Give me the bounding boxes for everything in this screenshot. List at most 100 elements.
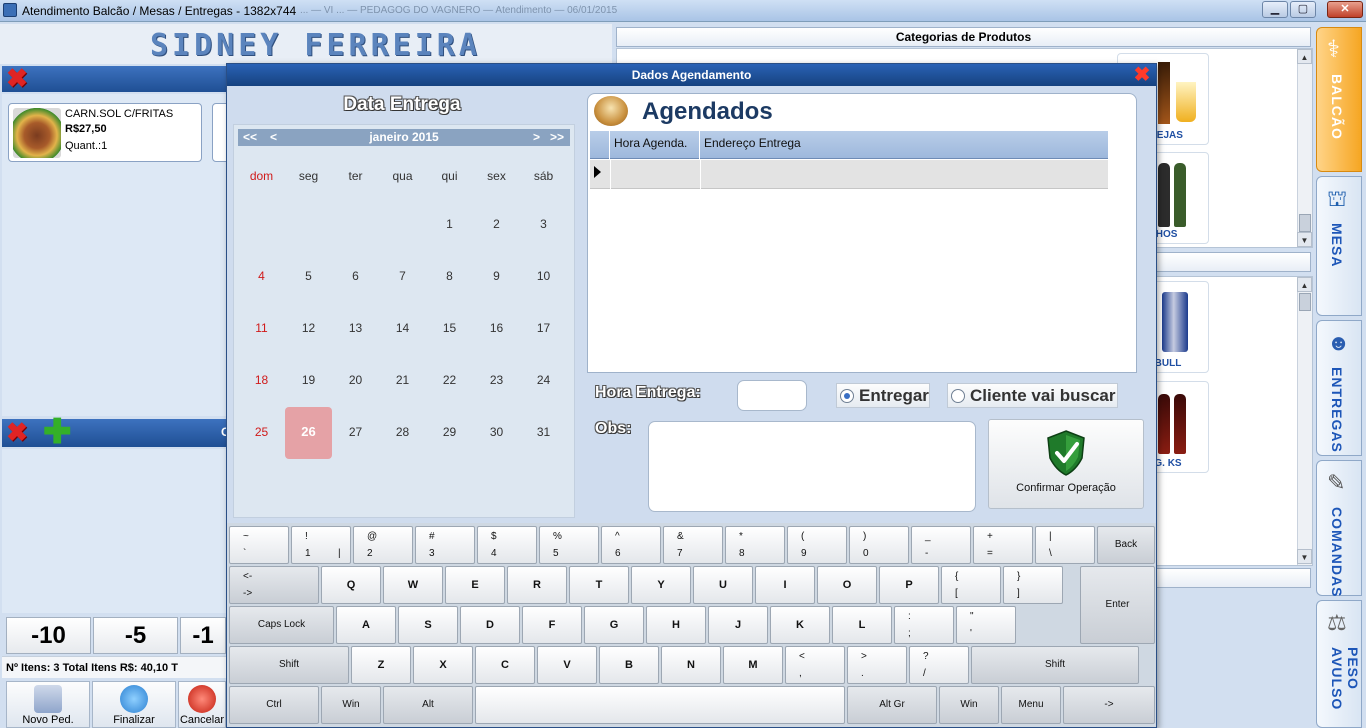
tab-comandas[interactable]: ✎ COMANDAS [1316,460,1362,597]
alt-gr-key[interactable]: Alt Gr [847,686,937,724]
calendar-day[interactable]: 17 [520,303,567,355]
calendar-day[interactable]: 7 [379,251,426,303]
left-shift-key[interactable]: Shift [229,646,349,684]
scroll-down-icon[interactable]: ▼ [1297,232,1312,247]
key-e[interactable]: E [445,566,505,604]
key-o[interactable]: O [817,566,877,604]
calendar-day[interactable]: 9 [473,251,520,303]
calendar-day[interactable]: 23 [473,355,520,407]
obs-textarea[interactable] [648,421,976,512]
key-l[interactable]: L [832,606,892,644]
tab-peso-avulso[interactable]: ⚖ PESO AVULSO [1316,600,1362,728]
calendar-day[interactable]: 19 [285,355,332,407]
tab-entregas[interactable]: ☻ ENTREGAS [1316,320,1362,456]
calendar-day[interactable]: 2 [473,199,520,251]
calendar-day[interactable]: 16 [473,303,520,355]
key-i[interactable]: I [755,566,815,604]
key-r[interactable]: R [507,566,567,604]
calendar-day[interactable]: 24 [520,355,567,407]
scroll-down-icon[interactable]: ▼ [1297,549,1312,564]
key-2-row1[interactable]: @2 [353,526,413,564]
radio-cliente-vai-buscar[interactable] [951,389,965,403]
key-g[interactable]: G [584,606,644,644]
key-q[interactable]: Q [321,566,381,604]
key-symbol-2[interactable]: ? / [909,646,969,684]
column-hora-agenda[interactable]: Hora Agenda. [610,131,700,159]
key-t[interactable]: T [569,566,629,604]
minimize-button[interactable]: ▁ [1262,1,1288,18]
key-b[interactable]: B [599,646,659,684]
key-k[interactable]: K [770,606,830,644]
categories-scrollbar[interactable]: ▲ ▼ [1297,49,1312,247]
key-m[interactable]: M [723,646,783,684]
products-scrollbar[interactable]: ▲ ▼ [1297,277,1312,565]
remove-icon[interactable]: ✖ [6,419,28,445]
hora-entrega-input[interactable] [737,380,807,411]
key-4-row1[interactable]: $4 [477,526,537,564]
scroll-thumb[interactable] [1299,293,1311,311]
tab-key[interactable]: <- -> [229,566,319,604]
column-endereco-entrega[interactable]: Endereço Entrega [700,131,1108,159]
calendar-day[interactable]: 8 [426,251,473,303]
key-0-row1[interactable]: ~ ` [229,526,289,564]
menu-key[interactable]: Menu [1001,686,1061,724]
key-h[interactable]: H [646,606,706,644]
calendar-day[interactable]: 12 [285,303,332,355]
remove-item-icon[interactable]: ✖ [6,65,28,91]
backspace-key[interactable]: Back [1097,526,1155,564]
key-s[interactable]: S [398,606,458,644]
key-3-row1[interactable]: #3 [415,526,475,564]
calendar-day[interactable]: 11 [238,303,285,355]
right-win-key[interactable]: Win [939,686,999,724]
key-u[interactable]: U [693,566,753,604]
key-12-row1[interactable]: + = [973,526,1033,564]
key-a[interactable]: A [336,606,396,644]
order-item-card[interactable]: CARN.SOL C/FRITAS R$27,50 Quant.:1 [8,103,202,162]
calendar-day[interactable]: 31 [520,407,567,459]
key-1-row1[interactable]: ! 1 | [291,526,351,564]
key-5-row1[interactable]: % 5 [539,526,599,564]
qty-minus-1-button[interactable]: -1 [180,617,226,654]
scheduled-grid-row[interactable] [590,160,1108,189]
scroll-up-icon[interactable]: ▲ [1297,277,1312,292]
key-10-row1[interactable]: ) 0 [849,526,909,564]
left-alt-key[interactable]: Alt [383,686,473,724]
key-13-row1[interactable]: | \ [1035,526,1095,564]
key-9-row1[interactable]: (9 [787,526,847,564]
calendar-day[interactable]: 14 [379,303,426,355]
key-n[interactable]: N [661,646,721,684]
calendar-day[interactable]: 26 [285,407,332,459]
calendar-day[interactable]: 1 [426,199,473,251]
calendar-day[interactable]: 27 [332,407,379,459]
calendar-day[interactable]: 30 [473,407,520,459]
key-7-row1[interactable]: & 7 [663,526,723,564]
radio-entregar[interactable] [840,389,854,403]
key-symbol-0[interactable]: <, [785,646,845,684]
key-d[interactable]: D [460,606,520,644]
key-8-row1[interactable]: * 8 [725,526,785,564]
key-v[interactable]: V [537,646,597,684]
calendar-day[interactable]: 22 [426,355,473,407]
scroll-thumb[interactable] [1299,214,1311,232]
calendar-day[interactable]: 13 [332,303,379,355]
new-order-button[interactable]: Novo Ped. [6,681,90,728]
key-symbol-1[interactable]: >. [847,646,907,684]
key-z[interactable]: Z [351,646,411,684]
option-cliente-vai-buscar[interactable]: Cliente vai buscar [947,383,1118,408]
key-c[interactable]: C [475,646,535,684]
next-year-button[interactable]: >> [550,129,564,146]
confirm-operation-button[interactable]: Confirmar Operação [988,419,1144,509]
key-6-row1[interactable]: ^ 6 [601,526,661,564]
key-bracket-0[interactable]: {[ [941,566,1001,604]
enter-key[interactable]: Enter [1080,566,1155,644]
add-icon[interactable]: ✚ [43,415,72,449]
key-x[interactable]: X [413,646,473,684]
key-j[interactable]: J [708,606,768,644]
next-month-button[interactable]: > [533,129,540,146]
scroll-up-icon[interactable]: ▲ [1297,49,1312,64]
calendar-day[interactable]: 29 [426,407,473,459]
key-f[interactable]: F [522,606,582,644]
tab-balcao[interactable]: ⚕ BALCÃO [1316,27,1362,172]
calendar-day[interactable]: 18 [238,355,285,407]
maximize-button[interactable]: ▢ [1290,1,1316,18]
